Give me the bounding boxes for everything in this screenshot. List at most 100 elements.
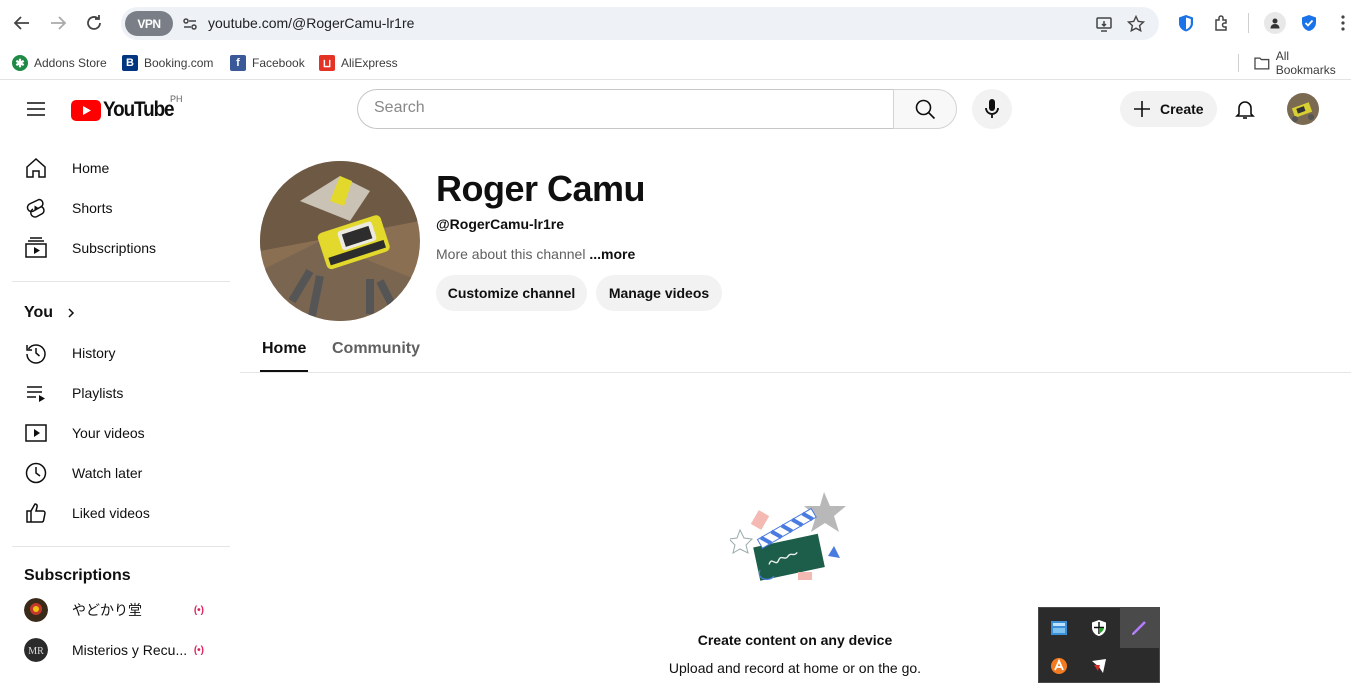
notifications-bell-icon[interactable] — [1233, 97, 1257, 121]
channel-name: Roger Camu — [436, 168, 646, 209]
sidebar-item-label: Subscriptions — [72, 240, 157, 256]
bitwarden-extension-icon[interactable] — [1175, 12, 1197, 34]
youtube-header: YouTube PH Create — [0, 81, 1351, 137]
browser-menu-icon[interactable] — [1332, 12, 1351, 34]
search-icon — [915, 99, 936, 120]
youtube-play-icon — [71, 99, 101, 121]
facebook-icon: f — [230, 55, 246, 71]
search-input[interactable] — [374, 99, 874, 117]
channel-avatar-large[interactable] — [260, 161, 420, 321]
manage-videos-button[interactable]: Manage videos — [596, 275, 722, 311]
account-avatar[interactable] — [1287, 93, 1319, 125]
bookmark-facebook[interactable]: f Facebook — [230, 53, 305, 73]
tray-red-app-icon[interactable] — [1080, 647, 1118, 685]
bookmark-booking[interactable]: B Booking.com — [122, 53, 213, 73]
sidebar-item-home[interactable]: Home — [12, 148, 228, 188]
tray-security-shield-icon[interactable] — [1080, 609, 1118, 647]
microphone-icon — [985, 99, 999, 118]
sidebar-item-label: Playlists — [72, 385, 124, 401]
sidebar-item-shorts[interactable]: Shorts — [12, 188, 228, 228]
plus-icon — [1134, 101, 1150, 117]
youtube-logo[interactable]: YouTube PH — [71, 94, 183, 122]
sidebar-divider — [12, 281, 230, 282]
sidebar: Home Shorts Subscriptions You History Pl… — [0, 137, 240, 683]
watch-later-icon — [24, 461, 48, 485]
back-button[interactable] — [8, 9, 36, 37]
empty-state-description: Upload and record at home or on the go. — [668, 660, 922, 676]
more-link[interactable]: ...more — [589, 246, 635, 262]
tab-community[interactable]: Community — [332, 340, 420, 358]
voice-search-button[interactable] — [972, 89, 1012, 129]
manage-label: Manage videos — [608, 285, 710, 301]
clapperboard-illustration-icon — [727, 490, 860, 590]
bookmark-label: Facebook — [252, 56, 305, 70]
subscriptions-heading: Subscriptions — [24, 567, 131, 584]
customize-label: Customize channel — [447, 285, 576, 301]
search-box[interactable] — [357, 89, 894, 129]
bookmarks-divider — [1238, 54, 1239, 72]
your-videos-icon — [24, 421, 48, 445]
menu-hamburger-icon[interactable] — [24, 97, 48, 121]
bookmark-aliexpress[interactable]: ⊔ AliExpress — [319, 53, 398, 73]
tray-network-app-icon[interactable] — [1040, 609, 1078, 647]
playlists-icon — [24, 381, 48, 405]
create-button[interactable]: Create — [1120, 91, 1217, 127]
sidebar-item-label: History — [72, 345, 116, 361]
subscription-label: Misterios y Recu... — [72, 642, 188, 658]
bookmark-label: AliExpress — [341, 56, 398, 70]
live-indicator-icon: (•) — [193, 604, 204, 616]
sidebar-item-subscriptions[interactable]: Subscriptions — [12, 228, 228, 268]
create-label: Create — [1160, 101, 1204, 117]
reload-button[interactable] — [80, 9, 108, 37]
sidebar-item-label: Shorts — [72, 200, 113, 216]
back-arrow-icon — [13, 16, 29, 30]
subscription-item[interactable]: やどかり堂 (•) — [12, 590, 228, 630]
booking-icon: B — [122, 55, 138, 71]
sidebar-item-history[interactable]: History — [12, 333, 228, 373]
sidebar-item-watch-later[interactable]: Watch later — [12, 453, 228, 493]
extensions-puzzle-icon[interactable] — [1211, 12, 1233, 34]
channel-about-link[interactable]: More about this channel ...more — [436, 246, 635, 262]
sidebar-item-label: Watch later — [72, 465, 143, 481]
subscriptions-icon — [24, 236, 48, 260]
all-bookmarks-label: All Bookmarks — [1275, 49, 1336, 77]
url-text[interactable]: youtube.com/@RogerCamu-lr1re — [208, 15, 414, 31]
you-section-link[interactable]: You — [12, 293, 228, 333]
search-button[interactable] — [893, 89, 957, 129]
vpn-badge[interactable]: VPN — [125, 11, 173, 36]
logo-text: YouTube — [103, 98, 175, 121]
bookmark-addons-store[interactable]: ✱ Addons Store — [12, 53, 107, 73]
sidebar-divider — [12, 546, 230, 547]
site-info-icon[interactable] — [177, 11, 202, 36]
liked-videos-icon — [24, 501, 48, 525]
svg-text:MR: MR — [28, 646, 44, 657]
shorts-icon — [24, 196, 48, 220]
profile-icon[interactable] — [1264, 12, 1286, 34]
about-text: More about this channel — [436, 246, 586, 262]
channel-avatar: MR — [24, 638, 48, 662]
bookmark-label: Addons Store — [34, 56, 107, 70]
sidebar-item-label: Liked videos — [72, 505, 150, 521]
tab-home[interactable]: Home — [262, 340, 306, 358]
address-bar[interactable]: VPN youtube.com/@RogerCamu-lr1re — [121, 7, 1159, 40]
forward-button[interactable] — [44, 9, 72, 37]
chevron-right-icon — [68, 308, 75, 318]
sidebar-item-your-videos[interactable]: Your videos — [12, 413, 228, 453]
bookmark-star-icon[interactable] — [1125, 13, 1147, 35]
install-app-icon[interactable] — [1093, 13, 1115, 35]
shield-extension-icon[interactable] — [1298, 12, 1320, 34]
tray-avast-icon[interactable] — [1040, 647, 1078, 685]
sidebar-item-liked-videos[interactable]: Liked videos — [12, 493, 228, 533]
home-icon — [24, 156, 48, 180]
you-heading: You — [24, 304, 54, 321]
folder-icon — [1254, 57, 1270, 70]
customize-channel-button[interactable]: Customize channel — [436, 275, 587, 311]
reload-icon — [87, 15, 101, 30]
tray-pen-app-icon[interactable] — [1120, 609, 1158, 647]
bookmark-label: Booking.com — [144, 56, 214, 70]
subscription-item[interactable]: MR Misterios y Recu... (•) — [12, 630, 228, 670]
empty-state-title: Create content on any device — [697, 632, 893, 648]
channel-avatar — [24, 598, 48, 622]
sidebar-item-playlists[interactable]: Playlists — [12, 373, 228, 413]
all-bookmarks-button[interactable]: All Bookmarks — [1254, 49, 1351, 77]
